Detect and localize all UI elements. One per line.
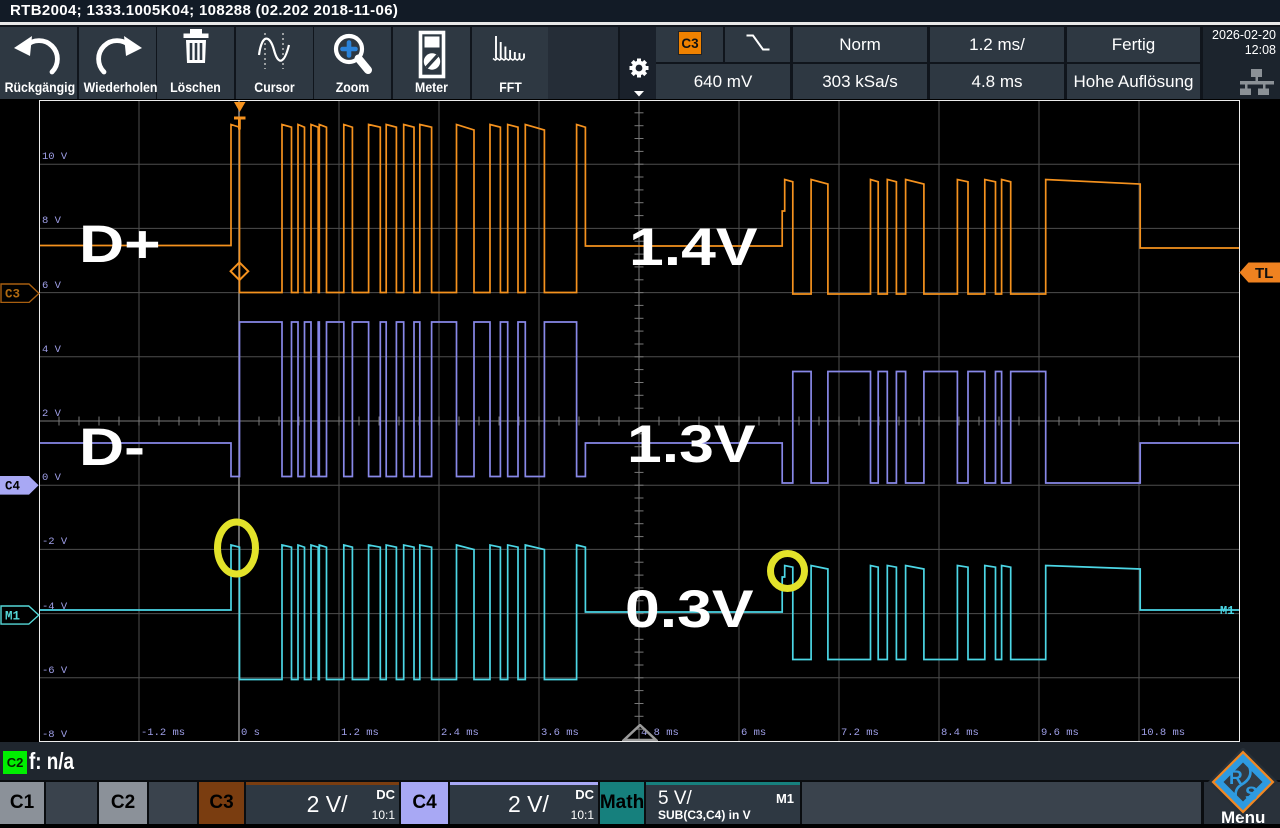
svg-text:M1: M1 [5,609,20,623]
svg-text:C3: C3 [5,288,20,302]
svg-text:TL: TL [1255,265,1273,282]
svg-text:C4: C4 [5,480,21,494]
svg-text:S: S [1245,784,1258,805]
svg-text:M1: M1 [1220,604,1234,618]
